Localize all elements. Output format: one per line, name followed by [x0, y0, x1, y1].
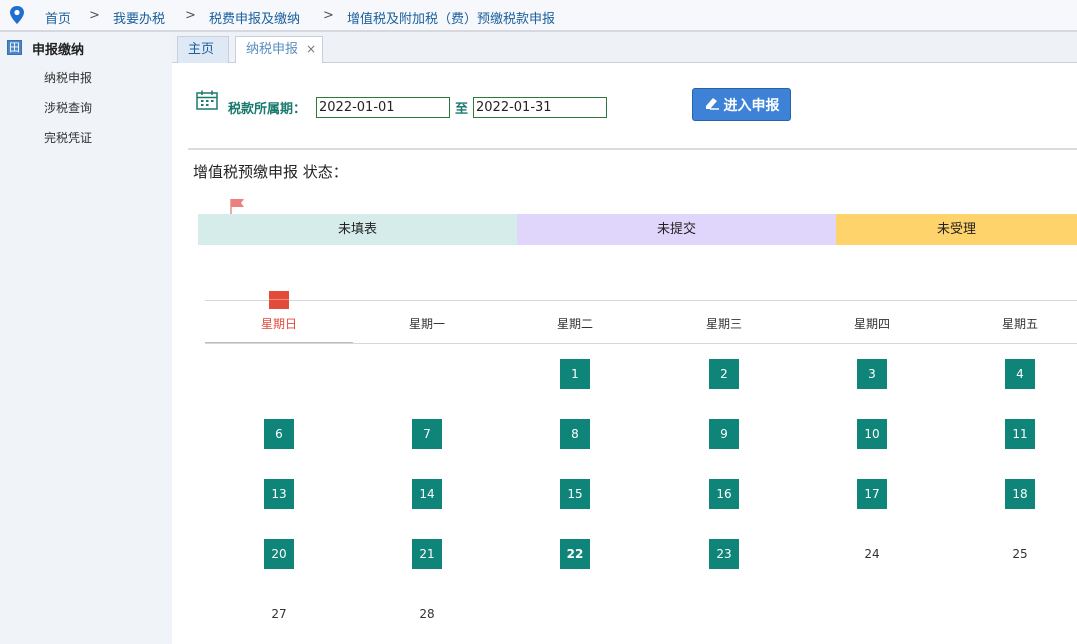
calendar-day[interactable]: 20: [264, 539, 294, 569]
period-to-label: 至: [455, 102, 469, 117]
calendar-icon: [196, 90, 218, 110]
calendar-day[interactable]: 17: [857, 479, 887, 509]
breadcrumb-declare-pay[interactable]: 税费申报及缴纳: [209, 8, 300, 27]
period-label: 税款所属期：: [228, 102, 307, 117]
tab-home[interactable]: 主页: [177, 36, 229, 63]
close-icon[interactable]: ×: [306, 37, 316, 62]
weekday-sunday: 星期日: [260, 317, 297, 331]
breadcrumb-current: 增值税及附加税（费）预缴税款申报: [347, 12, 556, 27]
tab-tax-declaration[interactable]: 纳税申报 ×: [235, 36, 323, 63]
calendar-day[interactable]: 24: [857, 539, 887, 569]
enter-declaration-button[interactable]: 进入申报: [692, 88, 791, 121]
calendar-day[interactable]: 3: [857, 359, 887, 389]
tab-bar: 主页 纳税申报 ×: [172, 32, 1077, 63]
calendar-day[interactable]: 14: [412, 479, 442, 509]
weekday-thursday: 星期四: [853, 317, 890, 331]
today-marker-icon: [269, 291, 289, 309]
sidebar-item-tax-query[interactable]: 涉税查询: [44, 99, 92, 116]
weekday-wednesday: 星期三: [705, 317, 742, 331]
calendar-day[interactable]: 22: [560, 539, 590, 569]
tab-home-label: 主页: [188, 42, 215, 57]
status-step-unsubmitted: 未提交: [517, 214, 836, 245]
weekday-friday: 星期五: [1001, 317, 1038, 331]
calendar-day[interactable]: 2: [709, 359, 739, 389]
eraser-pen-icon: [705, 97, 719, 110]
breadcrumb-separator: >: [89, 8, 100, 23]
weekday-tuesday: 星期二: [556, 317, 593, 331]
app-root: { "breadcrumb": { "items": ["首页", "我要办税"…: [0, 0, 1077, 644]
tab-tax-declaration-label: 纳税申报: [246, 42, 299, 57]
calendar-day[interactable]: 1: [560, 359, 590, 389]
grid-icon: 田: [7, 40, 22, 55]
calendar-day[interactable]: 25: [1005, 539, 1035, 569]
enter-declaration-label: 进入申报: [723, 97, 780, 114]
period-end-input[interactable]: [473, 97, 607, 118]
calendar-day[interactable]: 6: [264, 419, 294, 449]
sidebar-section-title: 申报缴纳: [32, 43, 85, 58]
divider: [188, 148, 1077, 150]
status-step-unfilled: 未填表: [198, 214, 517, 245]
breadcrumb-separator: >: [323, 8, 334, 23]
calendar-day[interactable]: 8: [560, 419, 590, 449]
calendar-day[interactable]: 9: [709, 419, 739, 449]
calendar-day[interactable]: 23: [709, 539, 739, 569]
breadcrumb-home[interactable]: 首页: [45, 8, 71, 27]
calendar-day[interactable]: 10: [857, 419, 887, 449]
calendar-header-top-border: [205, 300, 1077, 301]
location-pin-icon: [10, 6, 24, 24]
calendar-day[interactable]: 18: [1005, 479, 1035, 509]
breadcrumb-bar: 首页 > 我要办税 > 税费申报及缴纳 > 增值税及附加税（费）预缴税款申报: [0, 0, 1077, 32]
calendar-header-bottom-border: [205, 343, 1077, 344]
sidebar-item-tax-declaration[interactable]: 纳税申报: [44, 69, 92, 86]
weekday-monday: 星期一: [408, 317, 445, 331]
calendar-day[interactable]: 11: [1005, 419, 1035, 449]
calendar-day[interactable]: 27: [264, 599, 294, 629]
sidebar-item-tax-certificate[interactable]: 完税凭证: [44, 129, 92, 146]
sidebar-section-header[interactable]: 田 申报缴纳: [0, 32, 172, 62]
status-title: 增值税预缴申报 状态：: [193, 163, 348, 181]
calendar-day[interactable]: 28: [412, 599, 442, 629]
calendar-day[interactable]: 21: [412, 539, 442, 569]
calendar-day[interactable]: 15: [560, 479, 590, 509]
status-step-unaccepted: 未受理: [836, 214, 1077, 245]
calendar-day[interactable]: 4: [1005, 359, 1035, 389]
calendar-day[interactable]: 16: [709, 479, 739, 509]
breadcrumb-my-tax[interactable]: 我要办税: [113, 8, 165, 27]
calendar-day[interactable]: 13: [264, 479, 294, 509]
calendar-day[interactable]: 7: [412, 419, 442, 449]
period-start-input[interactable]: [316, 97, 450, 118]
breadcrumb-separator: >: [185, 8, 196, 23]
sidebar: 田 申报缴纳 纳税申报 涉税查询 完税凭证: [0, 32, 172, 644]
